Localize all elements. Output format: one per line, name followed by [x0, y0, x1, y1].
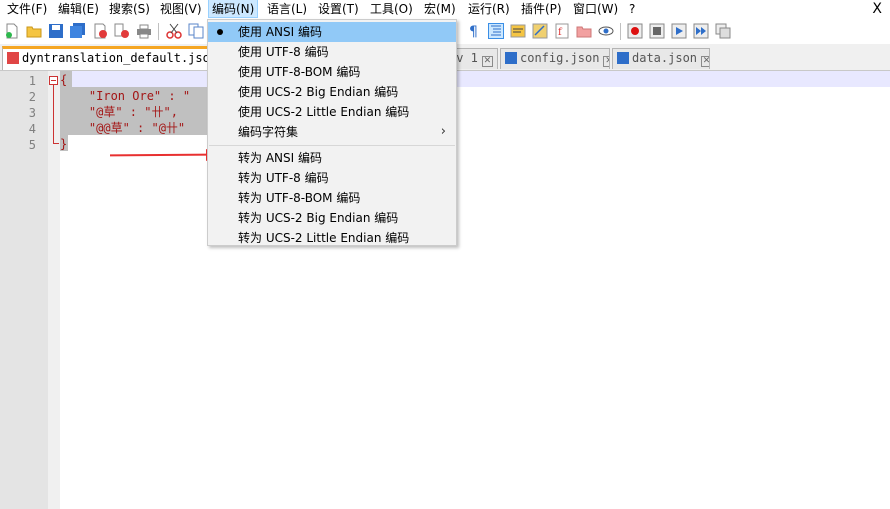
- menu-item-label: 使用 ANSI 编码: [238, 25, 322, 39]
- menu-window[interactable]: 窗口(W): [570, 0, 621, 19]
- stop-macro-icon[interactable]: [649, 23, 665, 39]
- menu-run[interactable]: 运行(R): [465, 0, 513, 19]
- fold-line: [53, 85, 54, 143]
- copy-icon[interactable]: [188, 23, 204, 39]
- fold-collapse-icon[interactable]: [49, 76, 58, 85]
- tab-close-icon[interactable]: ✕: [481, 56, 493, 67]
- menu-settings[interactable]: 设置(T): [315, 0, 362, 19]
- document-map-icon[interactable]: f: [554, 23, 570, 39]
- tab-label: dyntranslation_default.json: [22, 51, 212, 65]
- menu-bar: 文件(F) 编辑(E) 搜索(S) 视图(V) 编码(N) 语言(L) 设置(T…: [0, 0, 890, 19]
- code-line: {: [60, 73, 68, 87]
- close-icon[interactable]: [92, 23, 108, 39]
- menu-encoding[interactable]: 编码(N): [208, 0, 259, 18]
- toolbar-separator: [620, 23, 621, 40]
- menu-search[interactable]: 搜索(S): [106, 0, 153, 19]
- line-number: 3: [28, 106, 36, 120]
- fold-margin: [48, 71, 60, 509]
- close-all-icon[interactable]: [114, 23, 130, 39]
- menu-item-use-ucs2-be[interactable]: 使用 UCS-2 Big Endian 编码: [208, 82, 456, 102]
- indent-guide-icon[interactable]: [488, 23, 504, 39]
- function-list-icon[interactable]: [510, 23, 526, 39]
- menu-item-use-utf8[interactable]: 使用 UTF-8 编码: [208, 42, 456, 62]
- menu-item-use-utf8-bom[interactable]: 使用 UTF-8-BOM 编码: [208, 62, 456, 82]
- line-number: 4: [28, 122, 36, 136]
- print-icon[interactable]: [136, 23, 152, 39]
- menu-item-convert-ansi[interactable]: 转为 ANSI 编码: [208, 148, 456, 168]
- fold-end-marker: [53, 143, 59, 144]
- menu-plugins[interactable]: 插件(P): [518, 0, 565, 19]
- menu-item-label: 转为 UCS-2 Little Endian 编码: [238, 231, 410, 245]
- menu-item-label: 转为 UCS-2 Big Endian 编码: [238, 211, 399, 225]
- show-all-chars-icon[interactable]: ¶: [466, 23, 482, 40]
- open-file-icon[interactable]: [26, 23, 42, 39]
- menu-item-label: 使用 UTF-8 编码: [238, 45, 329, 59]
- monitoring-eye-icon[interactable]: [598, 23, 614, 39]
- tab-dyntranslation-default[interactable]: dyntranslation_default.json: [2, 46, 212, 70]
- menu-item-use-ucs2-le[interactable]: 使用 UCS-2 Little Endian 编码: [208, 102, 456, 122]
- menu-item-label: 转为 UTF-8-BOM 编码: [238, 191, 361, 205]
- menu-item-convert-ucs2-le[interactable]: 转为 UCS-2 Little Endian 编码: [208, 228, 456, 248]
- line-number: 2: [28, 90, 36, 104]
- current-line-highlight: [60, 71, 890, 87]
- record-macro-icon[interactable]: [627, 23, 643, 39]
- folder-as-workspace-icon[interactable]: [532, 23, 548, 39]
- svg-text:¶: ¶: [469, 24, 478, 39]
- toolbar-separator: [158, 23, 159, 40]
- code-line: "@@草" : "@卄": [60, 121, 186, 135]
- menu-language[interactable]: 语言(L): [264, 0, 310, 19]
- new-file-icon[interactable]: [4, 23, 20, 39]
- save-icon[interactable]: [48, 23, 64, 39]
- menu-macro[interactable]: 宏(M): [421, 0, 459, 19]
- code-line: }: [60, 137, 68, 151]
- run-macro-multiple-icon[interactable]: [693, 23, 709, 39]
- menu-edit[interactable]: 编辑(E): [55, 0, 102, 19]
- code-line: "@草" : "卄",: [60, 105, 178, 119]
- menu-item-convert-ucs2-be[interactable]: 转为 UCS-2 Big Endian 编码: [208, 208, 456, 228]
- line-number: 1: [28, 74, 36, 88]
- menu-item-label: 编码字符集: [238, 125, 299, 139]
- tab-close-icon[interactable]: ✕: [603, 56, 609, 67]
- menu-item-label: 使用 UCS-2 Little Endian 编码: [238, 105, 410, 119]
- tab-label: data.json: [632, 51, 698, 65]
- menu-help[interactable]: ?: [626, 0, 638, 19]
- tab-label: config.json: [520, 51, 600, 65]
- menu-item-charset[interactable]: 编码字符集 ›: [208, 122, 456, 142]
- saved-file-icon: [617, 52, 629, 64]
- line-number: 5: [28, 138, 36, 152]
- play-macro-icon[interactable]: [671, 23, 687, 39]
- menu-file[interactable]: 文件(F): [4, 0, 50, 19]
- cut-icon[interactable]: [166, 23, 182, 39]
- save-macro-icon[interactable]: [715, 23, 731, 39]
- close-document-button[interactable]: X: [872, 0, 882, 19]
- tab-close-icon[interactable]: ✕: [701, 56, 709, 67]
- tab-config-json[interactable]: config.json✕: [500, 48, 610, 69]
- menu-item-use-ansi[interactable]: 使用 ANSI 编码: [208, 22, 456, 42]
- menu-item-label: 使用 UCS-2 Big Endian 编码: [238, 85, 399, 99]
- unsaved-file-icon: [7, 52, 19, 64]
- menu-separator: [209, 145, 455, 146]
- menu-tools[interactable]: 工具(O): [367, 0, 416, 19]
- submenu-arrow-icon: ›: [440, 124, 446, 139]
- encoding-menu: 使用 ANSI 编码 使用 UTF-8 编码 使用 UTF-8-BOM 编码 使…: [207, 19, 457, 246]
- folder-icon[interactable]: [576, 23, 592, 39]
- line-number-gutter: 1 2 3 4 5: [0, 71, 48, 509]
- menu-view[interactable]: 视图(V): [157, 0, 205, 19]
- menu-item-convert-utf8-bom[interactable]: 转为 UTF-8-BOM 编码: [208, 188, 456, 208]
- menu-item-convert-utf8[interactable]: 转为 UTF-8 编码: [208, 168, 456, 188]
- menu-item-label: 转为 UTF-8 编码: [238, 171, 329, 185]
- save-all-icon[interactable]: [70, 23, 86, 39]
- checked-bullet-icon: [217, 29, 223, 35]
- saved-file-icon: [505, 52, 517, 64]
- menu-item-label: 使用 UTF-8-BOM 编码: [238, 65, 361, 79]
- tab-data-json[interactable]: data.json ✕: [612, 48, 710, 69]
- code-line: "Iron Ore" : ": [60, 89, 191, 103]
- menu-item-label: 转为 ANSI 编码: [238, 151, 322, 165]
